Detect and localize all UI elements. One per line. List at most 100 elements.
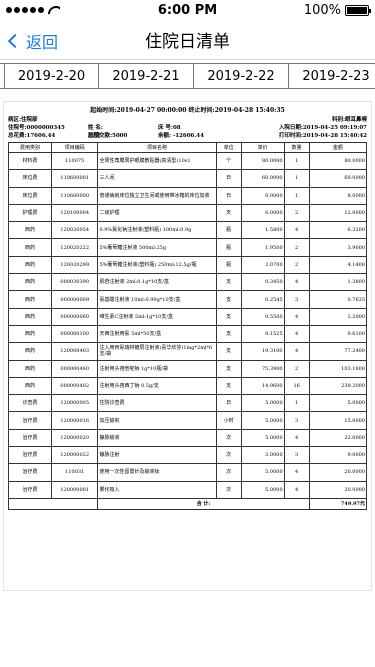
table-cell: 使用一次性留置针及输液钛 (97, 463, 217, 482)
report-header-row: 病区:住院部 科别:眼耳鼻喉 (8, 116, 367, 124)
table-cell: 西药 (8, 359, 52, 378)
table-cell: 2 (283, 255, 310, 275)
table-cell: 2.0700 (240, 255, 285, 275)
table-cell: 80.0000 (308, 151, 368, 171)
table-cell: 床位费 (8, 169, 52, 188)
column-header: 单位 (215, 142, 242, 153)
table-cell: 5.0000 (240, 411, 285, 430)
table-cell: 5%葡萄糖注射液 500ml:25g (97, 238, 217, 257)
table-cell: 0.7635 (308, 290, 368, 309)
table-cell: 床位费 (8, 186, 52, 205)
table-cell: 1 (283, 151, 310, 171)
table-cell: 天 (215, 203, 242, 223)
table-cell: 120008403 (50, 342, 99, 361)
table-cell: 20.0000 (308, 480, 368, 499)
table-cell: 000000480 (50, 359, 99, 378)
table-cell: 氨基酸注射液 10ml:0.99g*10支/盒 (97, 290, 217, 309)
table-row: 护理费 120100004 二级护理天 6.0000 2 12.0000 (8, 203, 368, 223)
table-cell: 239.2000 (308, 376, 368, 396)
table-cell: 110600000 (50, 186, 99, 205)
table-cell: 普通病房床位独立卫生间或使用带冰箱的床位加收 (97, 186, 217, 205)
report-header-row: 住院号:0000000345 姓 名: 床 号:08 入院日期:2019-04-… (8, 124, 367, 138)
page-title: 住院日清单 (145, 32, 230, 52)
prepay-amount: 总预交款:5000 (88, 133, 128, 139)
total-cost: 总花费:17606.44 (8, 133, 56, 139)
table-cell: 20.0000 (308, 463, 368, 482)
admit-date: 入院日期:2019-04-25 09:19:07 (278, 125, 367, 131)
date-tab[interactable]: 2019-2-23 (289, 64, 375, 88)
table-cell: 22.0000 (308, 428, 368, 448)
battery-percent: 100% (303, 2, 341, 18)
table-cell: 个 (215, 151, 242, 171)
table-cell: 6.0000 (240, 203, 285, 223)
table-row: 诊查费 120000005 住院诊查费日 5.0000 1 5.0000 (8, 394, 368, 413)
table-cell: 治疗费 (8, 480, 52, 499)
signal-area (6, 6, 116, 15)
table-cell: 6.3200 (308, 221, 368, 240)
table-cell: 4 (283, 428, 310, 448)
table-cell: 0.3450 (240, 273, 285, 292)
table-cell: 0.5500 (240, 307, 285, 326)
table-cell: 8.0000 (240, 186, 285, 205)
table-row: 床位费 110600000 普通病房床位独立卫生间或使用带冰箱的床位加收日 8.000… (8, 186, 368, 205)
signal-strength-icon (6, 7, 44, 13)
table-cell: 110600001 (50, 169, 99, 188)
table-cell: 天西注射用氨 5ml*50支/盒 (97, 324, 217, 344)
table-cell: 西药 (8, 376, 52, 396)
back-button[interactable]: 返回 (7, 29, 59, 53)
total-value: 749.97元 (308, 497, 368, 510)
table-cell: 肌苷注射液 2ml:0.1g*10支/盒 (97, 273, 217, 292)
table-cell: 诊查费 (8, 394, 52, 413)
table-cell: 000030390 (50, 273, 99, 292)
table-cell: 4 (283, 221, 310, 240)
table-cell: 15.0000 (308, 411, 368, 430)
table-cell: 000000009 (50, 290, 99, 309)
column-header: 单价 (240, 142, 285, 153)
table-cell: 注射用头孢西丁钠 0.5g/支 (97, 376, 217, 396)
table-cell: 0.6100 (308, 324, 368, 344)
table-cell: 支 (215, 307, 242, 326)
patient-name: 姓 名: (88, 124, 158, 138)
table-cell: 治疗费 (8, 463, 52, 482)
dept-label: 科别:眼耳鼻喉 (331, 117, 367, 123)
table-cell: 0.9%氯化钠注射液(塑料瓶) 100ml:0.9g (97, 221, 217, 240)
table-cell: 120100004 (50, 203, 99, 223)
table-cell: 注射用头孢他啶钠 1g*10瓶/袋 (97, 359, 217, 378)
table-cell: 小时 (215, 411, 242, 430)
table-cell: 次 (215, 428, 242, 448)
table-cell: 瓶 (215, 238, 242, 257)
table-cell: 103.1800 (308, 359, 368, 378)
table-cell: 000000100 (50, 324, 99, 344)
table-row: 西药 120020054 0.9%氯化钠注射液(塑料瓶) 100ml:0.9g 瓶 1.… (8, 221, 368, 240)
table-row: 西药 120020222 5%葡萄糖注射液 500ml:25g 瓶 1.9500 2 3.9… (8, 238, 368, 257)
table-cell: 西药 (8, 238, 52, 257)
table-cell: 支 (215, 273, 242, 292)
date-tab[interactable]: 2019-2-22 (194, 64, 289, 88)
table-cell: 西药 (8, 221, 52, 240)
date-tabs: 2019-2-20 2019-2-21 2019-2-22 2019-2-23 (0, 63, 375, 89)
date-tab[interactable]: 2019-2-20 (4, 64, 99, 88)
table-cell: 西药 (8, 342, 52, 361)
table-cell: 1.9500 (240, 238, 285, 257)
date-tab[interactable]: 2019-2-21 (99, 64, 194, 88)
battery-area: 100% (259, 2, 371, 18)
table-cell: 支 (215, 376, 242, 396)
table-cell: 次 (215, 463, 242, 482)
table-row: 西药 000000060 维生素C注射液 5ml:1g*10支/盒支 0.5500 4 2… (8, 307, 368, 326)
table-row: 西药 120020299 5%葡萄糖注射液(塑料瓶) 250ml:12.5g/瓶瓶 2… (8, 255, 368, 275)
table-cell: 120000016 (50, 411, 99, 430)
table-row: 治疗费 120000016 加压输氧 小时 5.0000 3 15.0000 (8, 411, 368, 430)
table-cell: 2 (283, 203, 310, 223)
table-cell: 120000022 (50, 446, 99, 465)
table-cell: 静脉注射 (97, 446, 217, 465)
table-cell: 瓶 (215, 255, 242, 275)
table-cell: 120000001 (50, 480, 99, 499)
table-cell: 120020299 (50, 255, 99, 275)
table-cell: 120020222 (50, 238, 99, 257)
table-cell: 1 (283, 169, 310, 188)
table-cell: 000000060 (50, 307, 99, 326)
table-cell (7, 497, 99, 510)
report-header-row: 总花费:17606.44 总预交款:5000 余额: -12606.44 打印时… (8, 132, 367, 140)
table-cell: 1.3800 (308, 273, 368, 292)
back-label: 返回 (26, 33, 59, 52)
